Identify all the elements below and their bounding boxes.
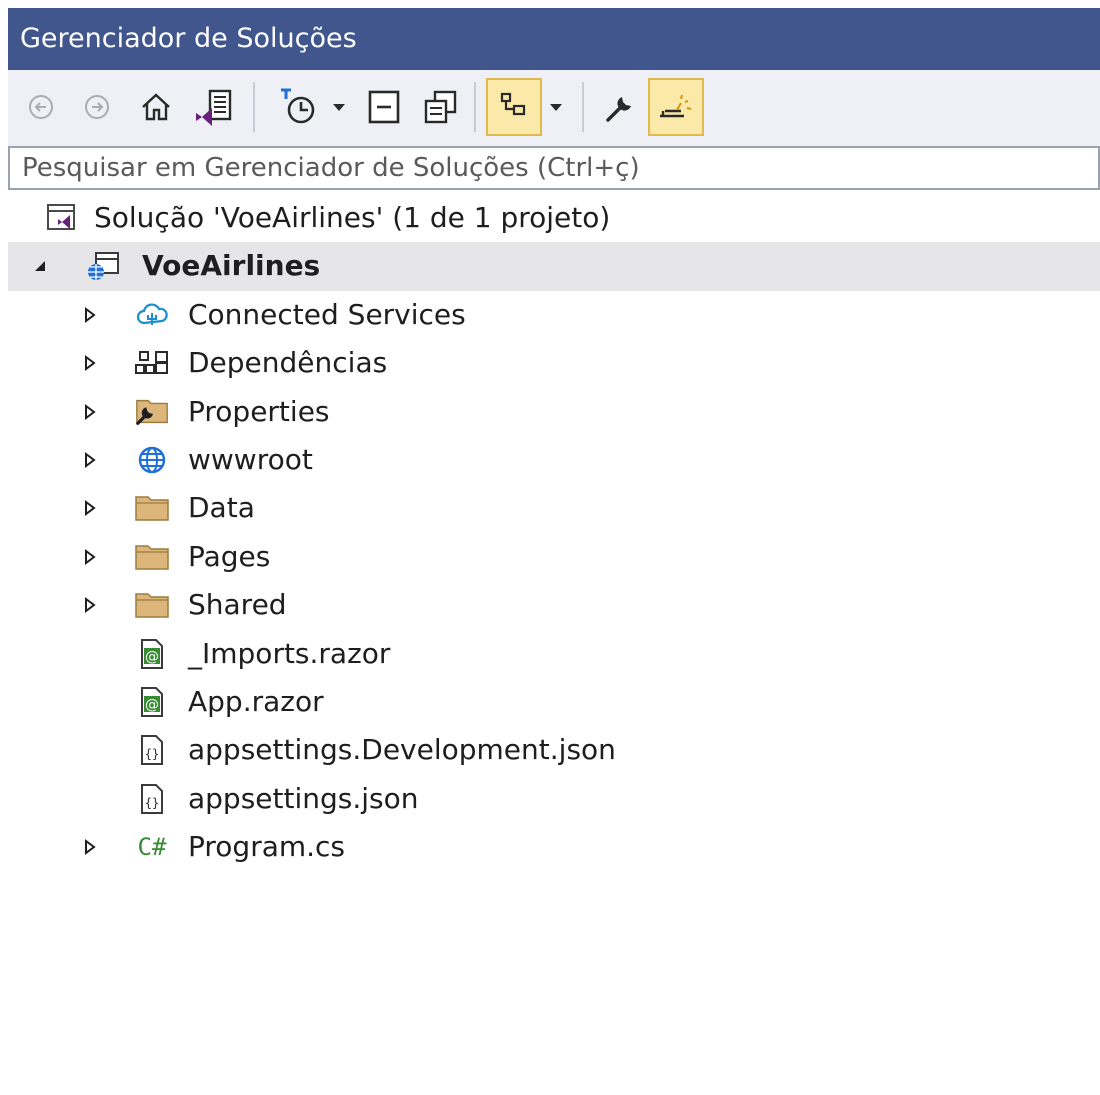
folder-icon [134, 541, 170, 573]
tree-item-label: Data [188, 491, 255, 525]
pending-changes-filter-button[interactable] [270, 78, 328, 136]
preview-selected-items-button[interactable] [648, 78, 704, 136]
collapse-all-icon [368, 90, 400, 124]
solution-node[interactable]: Solução 'VoeAirlines' (1 de 1 projeto) [8, 194, 1100, 242]
toolbar-separator [582, 82, 584, 132]
tree-item-dependencies[interactable]: Dependências [8, 339, 1100, 387]
json-file-icon: {} [134, 783, 170, 815]
preview-selected-items-icon [660, 94, 692, 118]
dropdown-arrow-icon [333, 104, 345, 111]
csharp-file-icon: C# [137, 833, 167, 862]
home-button[interactable] [132, 78, 180, 136]
switch-views-icon [196, 89, 232, 126]
collapse-all-button[interactable] [360, 78, 408, 136]
sync-with-active-document-button[interactable] [486, 78, 542, 136]
collapsed-arrow-icon[interactable] [78, 581, 102, 629]
show-all-files-button[interactable] [416, 78, 464, 136]
tree-item-label: Program.cs [188, 830, 346, 864]
collapsed-arrow-icon[interactable] [78, 388, 102, 436]
tree-item-imports-razor[interactable]: @ _Imports.razor [8, 630, 1100, 678]
toolbar-separator [253, 82, 255, 132]
solution-explorer-panel: Gerenciador de Soluções Pesquisar em Ger… [8, 8, 1100, 1095]
tree-item-pages[interactable]: Pages [8, 533, 1100, 581]
tree-item-shared[interactable]: Shared [8, 581, 1100, 629]
svg-text:@: @ [145, 697, 159, 713]
collapsed-arrow-icon[interactable] [78, 339, 102, 387]
tree-item-app-razor[interactable]: @ App.razor [8, 678, 1100, 726]
tree-item-label: appsettings.json [188, 781, 419, 815]
panel-title: Gerenciador de Soluções [8, 8, 1100, 70]
folder-icon [134, 589, 170, 621]
tree-item-label: Properties [188, 394, 330, 428]
properties-wrench-icon [606, 97, 631, 122]
search-box[interactable] [8, 146, 1100, 190]
tree-item-data[interactable]: Data [8, 484, 1100, 532]
collapsed-arrow-icon[interactable] [78, 436, 102, 484]
tree-item-label: Pages [188, 539, 271, 573]
globe-icon [134, 444, 170, 476]
collapsed-arrow-icon[interactable] [78, 484, 102, 532]
project-label: VoeAirlines [142, 249, 321, 283]
tree-item-label: Shared [188, 588, 287, 622]
svg-text:{}: {} [145, 747, 159, 761]
forward-icon [85, 95, 109, 119]
solution-label: Solução 'VoeAirlines' (1 de 1 projeto) [94, 201, 611, 234]
tree-item-label: appsettings.Development.json [188, 733, 616, 767]
dependencies-icon [134, 347, 170, 379]
tree-item-appsettings-development-json[interactable]: {} appsettings.Development.json [8, 726, 1100, 774]
forward-button[interactable] [78, 78, 116, 136]
razor-file-icon: @ [134, 686, 170, 718]
tree-item-properties[interactable]: Properties [8, 388, 1100, 436]
tree-item-label: Dependências [188, 346, 388, 380]
connected-services-icon [134, 299, 170, 331]
collapsed-arrow-icon[interactable] [78, 291, 102, 339]
sync-dropdown[interactable] [544, 78, 568, 136]
switch-views-button[interactable] [188, 78, 240, 136]
razor-file-icon: @ [134, 638, 170, 670]
tree-item-appsettings-json[interactable]: {} appsettings.json [8, 775, 1100, 823]
collapsed-arrow-icon[interactable] [78, 533, 102, 581]
folder-icon [134, 492, 170, 524]
home-icon [142, 93, 170, 121]
back-icon [29, 95, 53, 119]
tree-item-wwwroot[interactable]: wwwroot [8, 436, 1100, 484]
search-input[interactable] [10, 148, 1098, 188]
json-file-icon: {} [134, 734, 170, 766]
sync-with-active-document-icon [500, 92, 526, 116]
tree-item-connected-services[interactable]: Connected Services [8, 291, 1100, 339]
show-all-files-icon [424, 90, 457, 124]
tree-item-label: _Imports.razor [188, 636, 391, 670]
toolbar [8, 70, 1100, 146]
web-project-icon [86, 250, 122, 282]
properties-folder-icon [134, 396, 170, 428]
solution-tree: Solução 'VoeAirlines' (1 de 1 projeto) V… [8, 190, 1100, 871]
pending-changes-dropdown[interactable] [328, 78, 350, 136]
tree-item-program-cs[interactable]: C# Program.cs [8, 823, 1100, 871]
back-button[interactable] [22, 78, 60, 136]
svg-text:@: @ [145, 649, 159, 665]
tree-item-label: wwwroot [188, 442, 313, 476]
collapsed-arrow-icon[interactable] [78, 823, 102, 871]
toolbar-separator [474, 82, 476, 132]
properties-button[interactable] [596, 78, 644, 136]
project-node[interactable]: VoeAirlines [8, 242, 1100, 291]
dropdown-arrow-icon [550, 104, 562, 111]
tree-item-label: Connected Services [188, 297, 466, 331]
expanded-arrow-icon[interactable] [28, 242, 52, 290]
svg-text:{}: {} [145, 796, 159, 810]
solution-icon [44, 202, 80, 234]
tree-item-label: App.razor [188, 684, 324, 718]
pending-changes-filter-icon [281, 88, 315, 124]
